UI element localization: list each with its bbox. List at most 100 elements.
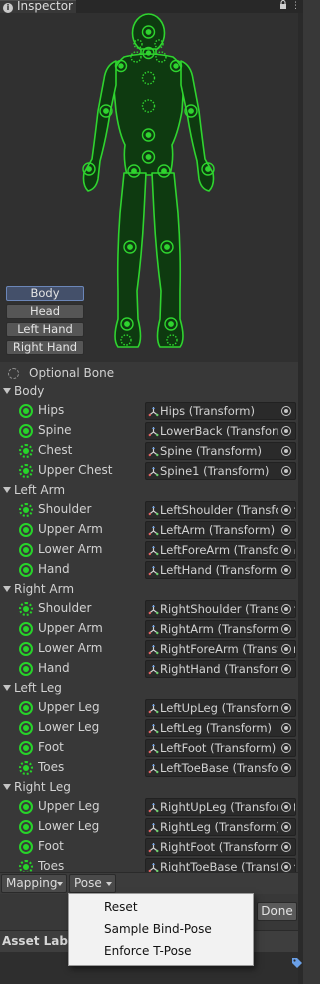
done-button[interactable]: Done bbox=[257, 902, 297, 921]
bone-row-right-leg-lower-leg: Lower Leg RightLeg (Transform) bbox=[0, 817, 298, 837]
bone-label: Lower Arm bbox=[38, 542, 103, 556]
group-right-leg[interactable]: Right Leg bbox=[0, 778, 298, 798]
menu-item-reset[interactable]: Reset bbox=[69, 897, 253, 917]
object-picker-icon[interactable] bbox=[278, 621, 294, 637]
object-picker-icon[interactable] bbox=[278, 562, 294, 578]
foldout-arrow-icon[interactable] bbox=[3, 586, 11, 592]
bone-row-left-arm-shoulder: Shoulder LeftShoulder (Transform) bbox=[0, 500, 298, 520]
object-picker-icon[interactable] bbox=[278, 720, 294, 736]
object-picker-icon[interactable] bbox=[278, 740, 294, 756]
avatar-body-view: Body Head Left Hand Right Hand bbox=[0, 13, 298, 362]
group-left-leg[interactable]: Left Leg bbox=[0, 679, 298, 699]
bone-label: Upper Arm bbox=[38, 621, 103, 635]
object-picker-icon[interactable] bbox=[278, 463, 294, 479]
transform-icon bbox=[148, 526, 159, 536]
tag-icon[interactable] bbox=[291, 957, 303, 969]
object-picker-icon[interactable] bbox=[278, 542, 294, 558]
group-right-arm[interactable]: Right Arm bbox=[0, 580, 298, 600]
body-part-body-button[interactable]: Body bbox=[6, 286, 84, 301]
transform-icon bbox=[148, 704, 159, 714]
object-picker-icon[interactable] bbox=[278, 799, 294, 815]
bone-row-left-leg-upper-leg: Upper Leg LeftUpLeg (Transform) bbox=[0, 698, 298, 718]
scrollbar[interactable] bbox=[298, 13, 303, 984]
transform-object-field[interactable]: Hips (Transform) bbox=[145, 402, 296, 420]
object-picker-icon[interactable] bbox=[278, 839, 294, 855]
transform-object-field[interactable]: LeftLeg (Transform) bbox=[145, 719, 296, 737]
bone-status-icon bbox=[19, 721, 33, 735]
tab-inspector[interactable]: i Inspector bbox=[0, 0, 76, 13]
transform-object-field[interactable]: RightShoulder (Transform) bbox=[145, 600, 296, 618]
chevron-down-icon bbox=[106, 882, 112, 886]
mapping-dropdown[interactable]: Mapping bbox=[1, 874, 67, 893]
transform-object-field[interactable]: LeftUpLeg (Transform) bbox=[145, 699, 296, 717]
bone-label: Hips bbox=[38, 403, 65, 417]
optional-bone-legend: Optional Bone bbox=[0, 364, 298, 384]
transform-icon bbox=[148, 447, 159, 457]
object-picker-icon[interactable] bbox=[278, 760, 294, 776]
object-picker-icon[interactable] bbox=[278, 522, 294, 538]
bone-label: Upper Leg bbox=[38, 700, 100, 714]
transform-icon bbox=[148, 665, 159, 675]
bone-label: Shoulder bbox=[38, 502, 92, 516]
pose-dropdown[interactable]: Pose bbox=[69, 874, 116, 893]
transform-object-field[interactable]: RightHand (Transform) bbox=[145, 660, 296, 678]
transform-object-field[interactable]: LeftForeArm (Transform) bbox=[145, 541, 296, 559]
bone-status-icon bbox=[19, 523, 33, 537]
transform-object-field[interactable]: LeftHand (Transform) bbox=[145, 561, 296, 579]
foldout-arrow-icon[interactable] bbox=[3, 487, 11, 493]
bone-row-left-leg-foot: Foot LeftFoot (Transform) bbox=[0, 738, 298, 758]
lock-icon[interactable] bbox=[279, 0, 287, 9]
foldout-arrow-icon[interactable] bbox=[3, 685, 11, 691]
object-picker-icon[interactable] bbox=[278, 819, 294, 835]
group-body[interactable]: Body bbox=[0, 382, 298, 402]
bone-status-icon bbox=[19, 642, 33, 656]
transform-object-field[interactable]: RightUpLeg (Transform) bbox=[145, 798, 296, 816]
transform-field-value: LeftForeArm (Transform) bbox=[160, 543, 296, 557]
bone-status-icon bbox=[19, 563, 33, 577]
transform-icon bbox=[148, 744, 159, 754]
bone-row-right-leg-foot: Foot RightFoot (Transform) bbox=[0, 837, 298, 857]
transform-icon bbox=[148, 843, 159, 853]
transform-object-field[interactable]: Spine (Transform) bbox=[145, 442, 296, 460]
transform-object-field[interactable]: Spine1 (Transform) bbox=[145, 462, 296, 480]
transform-field-value: RightForeArm (Transform) bbox=[160, 642, 296, 656]
group-left-arm[interactable]: Left Arm bbox=[0, 481, 298, 501]
transform-object-field[interactable]: LeftShoulder (Transform) bbox=[145, 501, 296, 519]
object-picker-icon[interactable] bbox=[278, 502, 294, 518]
transform-object-field[interactable]: LeftArm (Transform) bbox=[145, 521, 296, 539]
object-picker-icon[interactable] bbox=[278, 403, 294, 419]
transform-field-value: LeftToeBase (Transform) bbox=[160, 761, 296, 775]
bone-row-body-chest: Chest Spine (Transform) bbox=[0, 441, 298, 461]
optional-bone-label: Optional Bone bbox=[29, 366, 115, 380]
object-picker-icon[interactable] bbox=[278, 700, 294, 716]
object-picker-icon[interactable] bbox=[278, 443, 294, 459]
object-picker-icon[interactable] bbox=[278, 661, 294, 677]
transform-object-field[interactable]: RightFoot (Transform) bbox=[145, 838, 296, 856]
transform-field-value: LeftShoulder (Transform) bbox=[160, 503, 296, 517]
body-part-left-hand-button[interactable]: Left Hand bbox=[6, 322, 84, 337]
transform-field-value: LeftArm (Transform) bbox=[160, 523, 276, 537]
transform-icon bbox=[148, 427, 159, 437]
menu-item-enforce-t-pose[interactable]: Enforce T-Pose bbox=[69, 941, 253, 961]
transform-object-field[interactable]: LeftToeBase (Transform) bbox=[145, 759, 296, 777]
transform-object-field[interactable]: RightLeg (Transform) bbox=[145, 818, 296, 836]
body-part-head-button[interactable]: Head bbox=[6, 304, 84, 319]
more-menu-icon[interactable]: ⋮ bbox=[291, 1, 300, 11]
object-picker-icon[interactable] bbox=[278, 601, 294, 617]
object-picker-icon[interactable] bbox=[278, 423, 294, 439]
body-part-right-hand-button[interactable]: Right Hand bbox=[6, 340, 84, 355]
menu-item-sample-bind-pose[interactable]: Sample Bind-Pose bbox=[69, 919, 253, 939]
foldout-arrow-icon[interactable] bbox=[3, 388, 11, 394]
foldout-arrow-icon[interactable] bbox=[3, 784, 11, 790]
transform-field-value: LeftHand (Transform) bbox=[160, 563, 282, 577]
transform-icon bbox=[148, 467, 159, 477]
info-icon: i bbox=[3, 3, 13, 13]
object-picker-icon[interactable] bbox=[278, 641, 294, 657]
bone-row-left-arm-hand: Hand LeftHand (Transform) bbox=[0, 560, 298, 580]
transform-object-field[interactable]: LeftFoot (Transform) bbox=[145, 739, 296, 757]
transform-object-field[interactable]: LowerBack (Transform) bbox=[145, 422, 296, 440]
transform-object-field[interactable]: RightArm (Transform) bbox=[145, 620, 296, 638]
bone-label: Foot bbox=[38, 740, 64, 754]
bone-status-icon bbox=[19, 840, 33, 854]
transform-object-field[interactable]: RightForeArm (Transform) bbox=[145, 640, 296, 658]
